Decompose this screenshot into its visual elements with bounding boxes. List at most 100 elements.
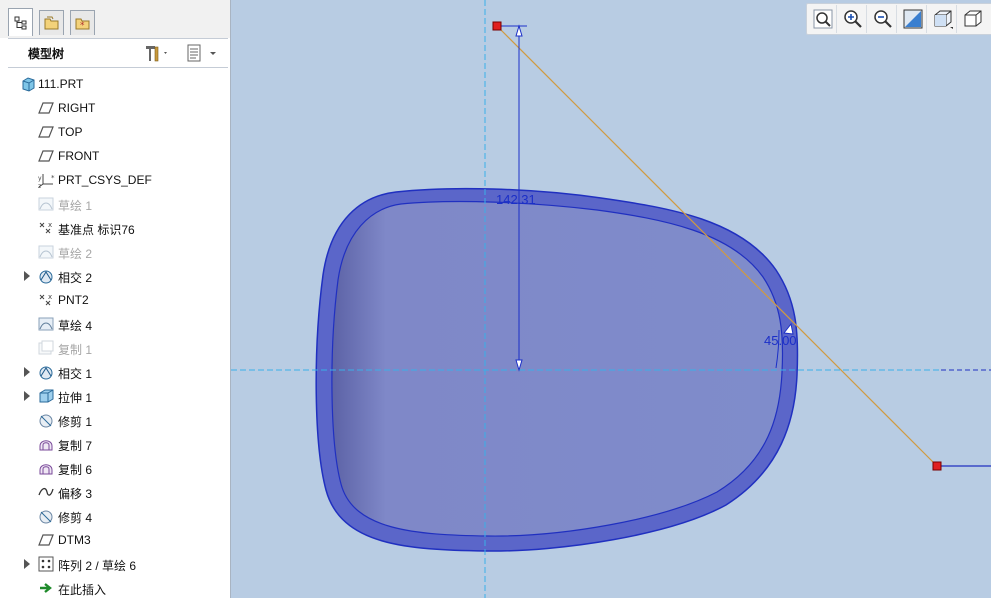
datum-plane-icon (38, 100, 54, 116)
tree-item[interactable]: x PNT2 (8, 288, 226, 312)
tree-item[interactable]: 阵列 2 / 草绘 6 (8, 552, 226, 576)
tree-item[interactable]: 相交 2 (8, 264, 226, 288)
tree-item[interactable]: 偏移 3 (8, 480, 226, 504)
repaint-icon (903, 9, 922, 29)
tree-icon (14, 16, 26, 29)
tree-item[interactable]: 草绘 2 (8, 240, 226, 264)
offset-surface-inner[interactable] (331, 200, 784, 537)
tree-item[interactable]: 草绘 4 (8, 312, 226, 336)
datum-plane-icon (38, 532, 54, 548)
svg-text:x: x (48, 221, 52, 229)
tree-item-label: 在此插入 (58, 583, 107, 597)
model-tree-tab[interactable] (8, 8, 33, 36)
tree-item-label: 阵列 2 / 草绘 6 (58, 559, 137, 573)
display-style-icon (964, 10, 982, 27)
tree-item[interactable]: RIGHT (8, 96, 226, 120)
display-style-button[interactable] (959, 5, 987, 33)
length-dimension-value[interactable]: 142.31 (496, 192, 536, 207)
expand-arrow-icon[interactable] (24, 367, 30, 377)
tree-item-label: 相交 1 (58, 367, 93, 381)
tree-item[interactable]: 相交 1 (8, 360, 226, 384)
model-view[interactable] (231, 0, 991, 598)
zoom-out-button[interactable] (869, 5, 897, 33)
model-tree-panel: * 模型树 111.PRT RIGHT TOP FRONT * y z PRT_CSYS_DE… (0, 0, 231, 598)
tree-item-label: 草绘 1 (58, 199, 93, 213)
star-folder-icon: * (75, 18, 89, 30)
show-button[interactable] (186, 42, 224, 64)
svg-text:y: y (38, 175, 42, 182)
repaint-button[interactable] (899, 5, 927, 33)
expand-arrow-icon[interactable] (24, 391, 30, 401)
tree-item-label: 草绘 2 (58, 247, 93, 261)
expand-arrow-icon[interactable] (24, 271, 30, 281)
tree-item-label: 复制 6 (58, 463, 93, 477)
datum-plane-icon (38, 148, 54, 164)
tree-item[interactable]: 修剪 1 (8, 408, 226, 432)
tree-item-label: 基准点 标识76 (58, 223, 135, 237)
tree-item[interactable]: 111.PRT (8, 72, 226, 96)
tree-item[interactable]: 复制 7 (8, 432, 226, 456)
sketch-icon (38, 244, 54, 260)
copy-surface-icon (38, 436, 54, 452)
tree-item[interactable]: 拉伸 1 (8, 384, 226, 408)
tree-item[interactable]: 复制 1 (8, 336, 226, 360)
trim-icon (38, 412, 54, 428)
tree-item[interactable]: 在此插入 (8, 576, 226, 600)
endpoint-bottom[interactable] (932, 461, 942, 471)
tree-title: 模型树 (28, 47, 65, 61)
extrude-icon (38, 388, 54, 404)
tree-item-label: 111.PRT (38, 77, 84, 91)
expand-arrow-icon[interactable] (24, 559, 30, 569)
svg-text:z: z (38, 183, 41, 188)
copy-icon (38, 340, 54, 356)
panel-tabs: * (0, 0, 230, 38)
tree-item-label: TOP (58, 125, 83, 139)
tree-item-label: 复制 1 (58, 343, 93, 357)
saved-views-button[interactable] (929, 5, 957, 33)
tree-item-label: PNT2 (58, 293, 89, 307)
tree-item-label: PRT_CSYS_DEF (58, 173, 152, 187)
layers-tab[interactable] (39, 10, 64, 35)
datum-plane-icon (38, 124, 54, 140)
trim-icon (38, 508, 54, 524)
dimension-arrow-top (515, 24, 523, 37)
sketch-icon (38, 196, 54, 212)
tree-item[interactable]: 草绘 1 (8, 192, 226, 216)
tree-item-label: 草绘 4 (58, 319, 93, 333)
folder-icon (44, 16, 58, 30)
tree-item-label: 相交 2 (58, 271, 93, 285)
angle-dimension-value[interactable]: 45.00 (764, 333, 797, 348)
tree-item-label: 拉伸 1 (58, 391, 93, 405)
graphics-window[interactable]: 142.31 45.00 (231, 0, 991, 598)
saved-views-icon (934, 10, 953, 29)
datum-point-icon: x (38, 292, 54, 308)
insert-here-icon (38, 580, 54, 596)
refit-button[interactable] (809, 5, 837, 33)
tree-item[interactable]: * y z PRT_CSYS_DEF (8, 168, 226, 192)
tree-item[interactable]: TOP (8, 120, 226, 144)
tree-item-label: DTM3 (58, 533, 91, 547)
tree-item[interactable]: 修剪 4 (8, 504, 226, 528)
sketch-icon (38, 316, 54, 332)
list-icon (187, 44, 216, 62)
favorites-tab[interactable]: * (70, 10, 95, 35)
tree-item-label: 修剪 4 (58, 511, 93, 525)
tree-item[interactable]: x 基准点 标识76 (8, 216, 226, 240)
endpoint-top[interactable] (492, 21, 502, 31)
part-icon (20, 76, 36, 92)
zoom-in-button[interactable] (839, 5, 867, 33)
tree-item[interactable]: FRONT (8, 144, 226, 168)
tree-item[interactable]: 复制 6 (8, 456, 226, 480)
copy-surface-icon (38, 460, 54, 476)
offset-icon (38, 484, 54, 500)
refit-icon (813, 9, 832, 29)
svg-text:x: x (48, 293, 52, 301)
csys-icon: * y z (38, 172, 55, 190)
view-toolbar (806, 3, 991, 35)
settings-button[interactable] (143, 42, 171, 64)
tree-item-label: 偏移 3 (58, 487, 93, 501)
zoom-out-icon (873, 10, 892, 28)
tree-item-label: FRONT (58, 149, 100, 163)
tree-item[interactable]: DTM3 (8, 528, 226, 552)
svg-text:*: * (51, 174, 55, 182)
